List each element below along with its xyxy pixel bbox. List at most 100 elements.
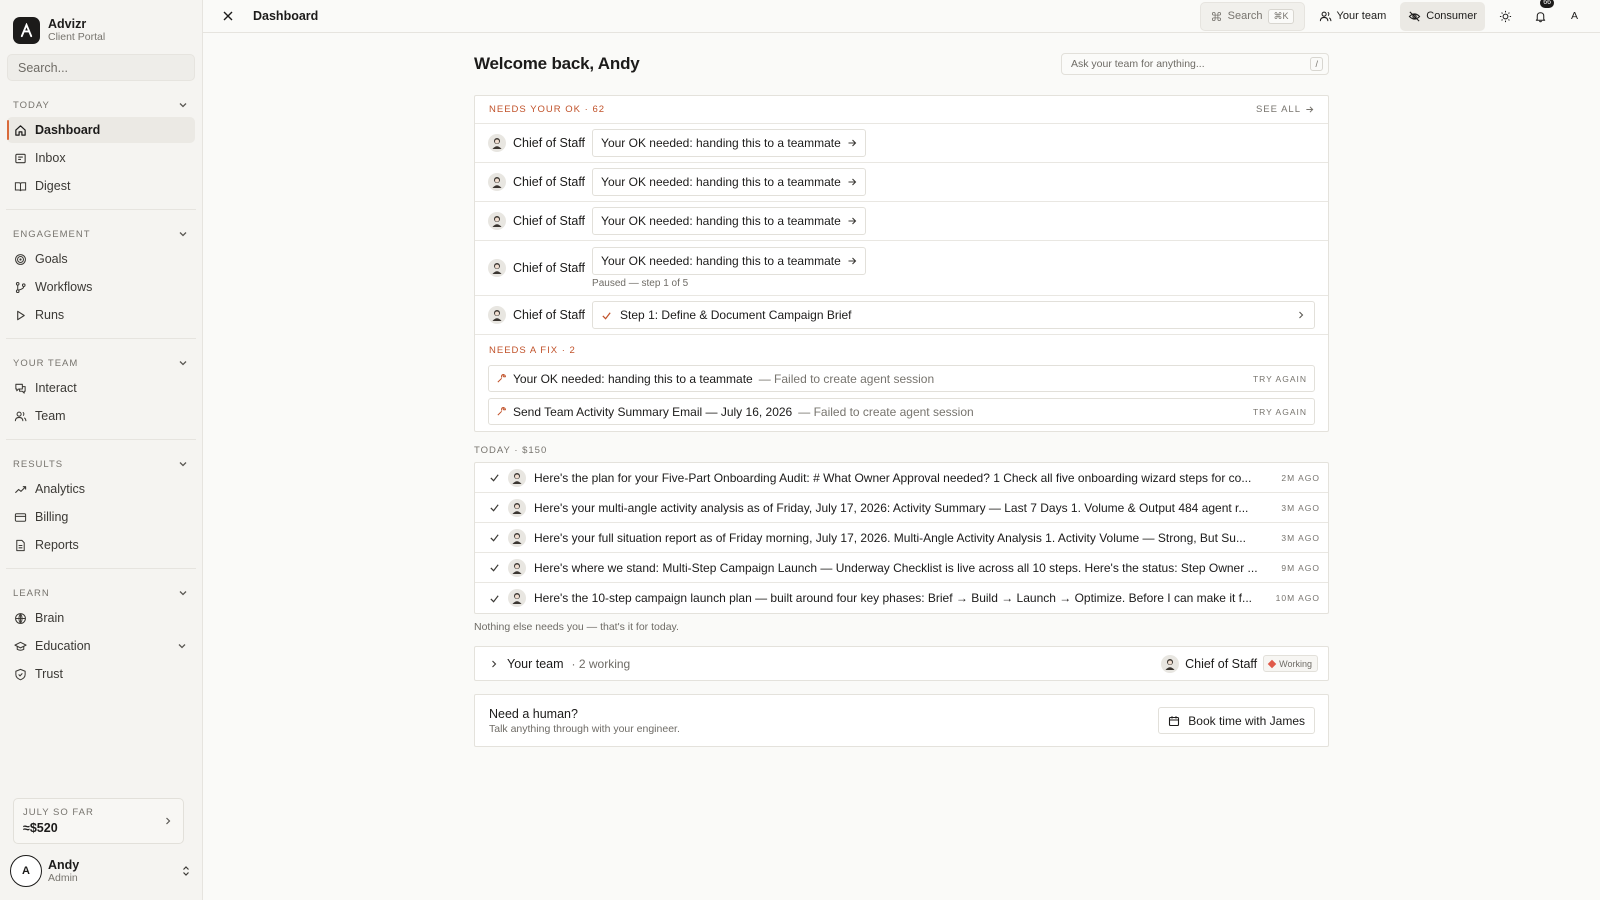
spend-summary-card[interactable]: JULY SO FAR ≈$520 <box>13 798 184 844</box>
arrow-right-icon <box>1306 106 1314 113</box>
sidebar-item-digest[interactable]: Digest <box>7 173 195 199</box>
section-results[interactable]: RESULTS <box>0 454 202 474</box>
approval-chip[interactable]: Your OK needed: handing this to a teamma… <box>592 247 866 275</box>
search-label: Search <box>1227 10 1263 22</box>
topbar: Dashboard Search ⌘K Your team Consumer 6… <box>203 0 1600 33</box>
check-icon <box>490 564 499 572</box>
sidebar-item-brain[interactable]: Brain <box>7 605 195 631</box>
sidebar-item-label: Education <box>35 639 91 653</box>
sidebar-search-input[interactable]: Search... <box>7 54 195 81</box>
divider <box>6 338 196 339</box>
section-learn[interactable]: LEARN <box>0 583 202 603</box>
spend-value: ≈$520 <box>23 821 58 835</box>
play-icon <box>17 310 25 320</box>
approval-chip[interactable]: Your OK needed: handing this to a teamma… <box>592 168 866 196</box>
sidebar-item-interact[interactable]: Interact <box>7 375 195 401</box>
sidebar-item-label: Brain <box>35 611 65 625</box>
sidebar-item-label: Team <box>35 409 66 423</box>
sidebar-item-billing[interactable]: Billing <box>7 504 195 530</box>
today-panel: Here's the plan for your Five-Part Onboa… <box>474 462 1329 614</box>
chevron-down-icon <box>179 232 187 237</box>
timestamp: 3M AGO <box>1281 502 1320 513</box>
list-item[interactable]: Here's where we stand: Multi-Step Campai… <box>475 553 1328 583</box>
book-time-button[interactable]: Book time with James <box>1158 707 1315 734</box>
timestamp: 2M AGO <box>1281 472 1320 483</box>
today-header: TODAY · $150 <box>474 444 548 456</box>
sidebar-item-analytics[interactable]: Analytics <box>7 476 195 502</box>
search-button[interactable]: Search ⌘K <box>1199 1 1305 31</box>
agent-name: Chief of Staff <box>513 261 586 275</box>
theme-toggle-button[interactable] <box>1491 2 1520 31</box>
sidebar-item-inbox[interactable]: Inbox <box>7 145 195 171</box>
fix-title: Your OK needed: handing this to a teamma… <box>513 371 753 386</box>
arrow-right-icon <box>848 139 857 147</box>
step-text: Step 1: Define & Document Campaign Brief <box>620 308 852 322</box>
approval-chip[interactable]: Your OK needed: handing this to a teamma… <box>592 129 866 157</box>
list-item[interactable]: Here's your full situation report as of … <box>475 523 1328 553</box>
sidebar-item-reports[interactable]: Reports <box>7 532 195 558</box>
nothing-else-note: Nothing else needs you — that's it for t… <box>474 621 679 633</box>
arrow-right-icon <box>848 257 857 265</box>
team-working-count: · 2 working <box>571 656 631 671</box>
sidebar-item-dashboard[interactable]: Dashboard <box>7 117 195 143</box>
divider <box>6 439 196 440</box>
brand[interactable]: Advizr Client Portal <box>0 0 202 48</box>
fix-row[interactable]: Your OK needed: handing this to a teamma… <box>488 365 1315 392</box>
brand-subtitle: Client Portal <box>48 30 106 43</box>
avatar[interactable]: A <box>1561 3 1588 30</box>
agent-avatar <box>1161 654 1180 673</box>
list-item[interactable]: Here's the 10-step campaign launch plan … <box>475 583 1328 613</box>
eye-off-icon <box>1408 10 1421 22</box>
team-status-row[interactable]: Your team · 2 working Chief of Staff Wor… <box>474 646 1329 681</box>
need-human-card: Need a human? Talk anything through with… <box>474 694 1329 747</box>
consumer-mode-toggle[interactable]: Consumer <box>1400 1 1485 31</box>
ask-team-input[interactable]: Ask your team for anything... / <box>1061 53 1329 75</box>
see-all-label: SEE ALL <box>1255 104 1301 115</box>
approval-text: Your OK needed: handing this to a teamma… <box>601 254 841 268</box>
sidebar-item-label: Inbox <box>35 151 66 165</box>
notifications-button[interactable]: 66 <box>1526 0 1555 31</box>
sidebar-item-workflows[interactable]: Workflows <box>7 274 195 300</box>
fix-row[interactable]: Send Team Activity Summary Email — July … <box>488 398 1315 425</box>
agent-avatar <box>488 134 506 152</box>
sidebar-item-education[interactable]: Education <box>7 633 195 659</box>
chevron-up-down-icon <box>183 866 189 876</box>
check-icon <box>602 311 611 320</box>
section-label: RESULTS <box>13 458 64 470</box>
see-all-link[interactable]: SEE ALL <box>1256 104 1314 115</box>
section-label: TODAY <box>13 99 50 111</box>
needs-fix-header: NEEDS A FIX · 2 <box>489 344 576 356</box>
bell-icon <box>1535 11 1546 22</box>
chevron-down-icon <box>178 644 186 649</box>
section-your-team[interactable]: YOUR TEAM <box>0 353 202 373</box>
agent-avatar <box>488 259 506 277</box>
need-human-title: Need a human? <box>489 706 578 721</box>
close-icon[interactable] <box>221 9 235 23</box>
approval-row: Chief of Staff Your OK needed: handing t… <box>475 241 1328 296</box>
agent-name: Chief of Staff <box>513 308 586 322</box>
try-again-button[interactable]: TRY AGAIN <box>1253 407 1307 417</box>
sidebar-item-label: Dashboard <box>35 123 101 137</box>
your-team-button[interactable]: Your team <box>1311 2 1395 31</box>
list-item[interactable]: Here's the plan for your Five-Part Onboa… <box>475 463 1328 493</box>
file-icon <box>16 539 25 551</box>
main-area: Dashboard Search ⌘K Your team Consumer 6… <box>203 0 1600 900</box>
step-chip[interactable]: Step 1: Define & Document Campaign Brief <box>592 301 1315 329</box>
list-item[interactable]: Here's your multi-angle activity analysi… <box>475 493 1328 523</box>
sidebar-item-trust[interactable]: Trust <box>7 661 195 687</box>
agent-avatar <box>508 528 526 547</box>
user-menu[interactable]: A Andy Admin <box>10 854 192 888</box>
ask-shortcut: / <box>1310 57 1323 71</box>
try-again-button[interactable]: TRY AGAIN <box>1253 374 1307 384</box>
approval-chip[interactable]: Your OK needed: handing this to a teamma… <box>592 207 866 235</box>
check-icon <box>490 504 499 512</box>
agent-avatar <box>508 468 526 487</box>
section-engagement[interactable]: ENGAGEMENT <box>0 224 202 244</box>
sidebar-item-team[interactable]: Team <box>7 403 195 429</box>
user-name: Andy <box>48 857 80 872</box>
section-today[interactable]: TODAY <box>0 95 202 115</box>
sidebar-item-goals[interactable]: Goals <box>7 246 195 272</box>
sidebar-item-label: Reports <box>35 538 79 552</box>
sidebar-item-runs[interactable]: Runs <box>7 302 195 328</box>
chevron-down-icon <box>179 361 187 366</box>
